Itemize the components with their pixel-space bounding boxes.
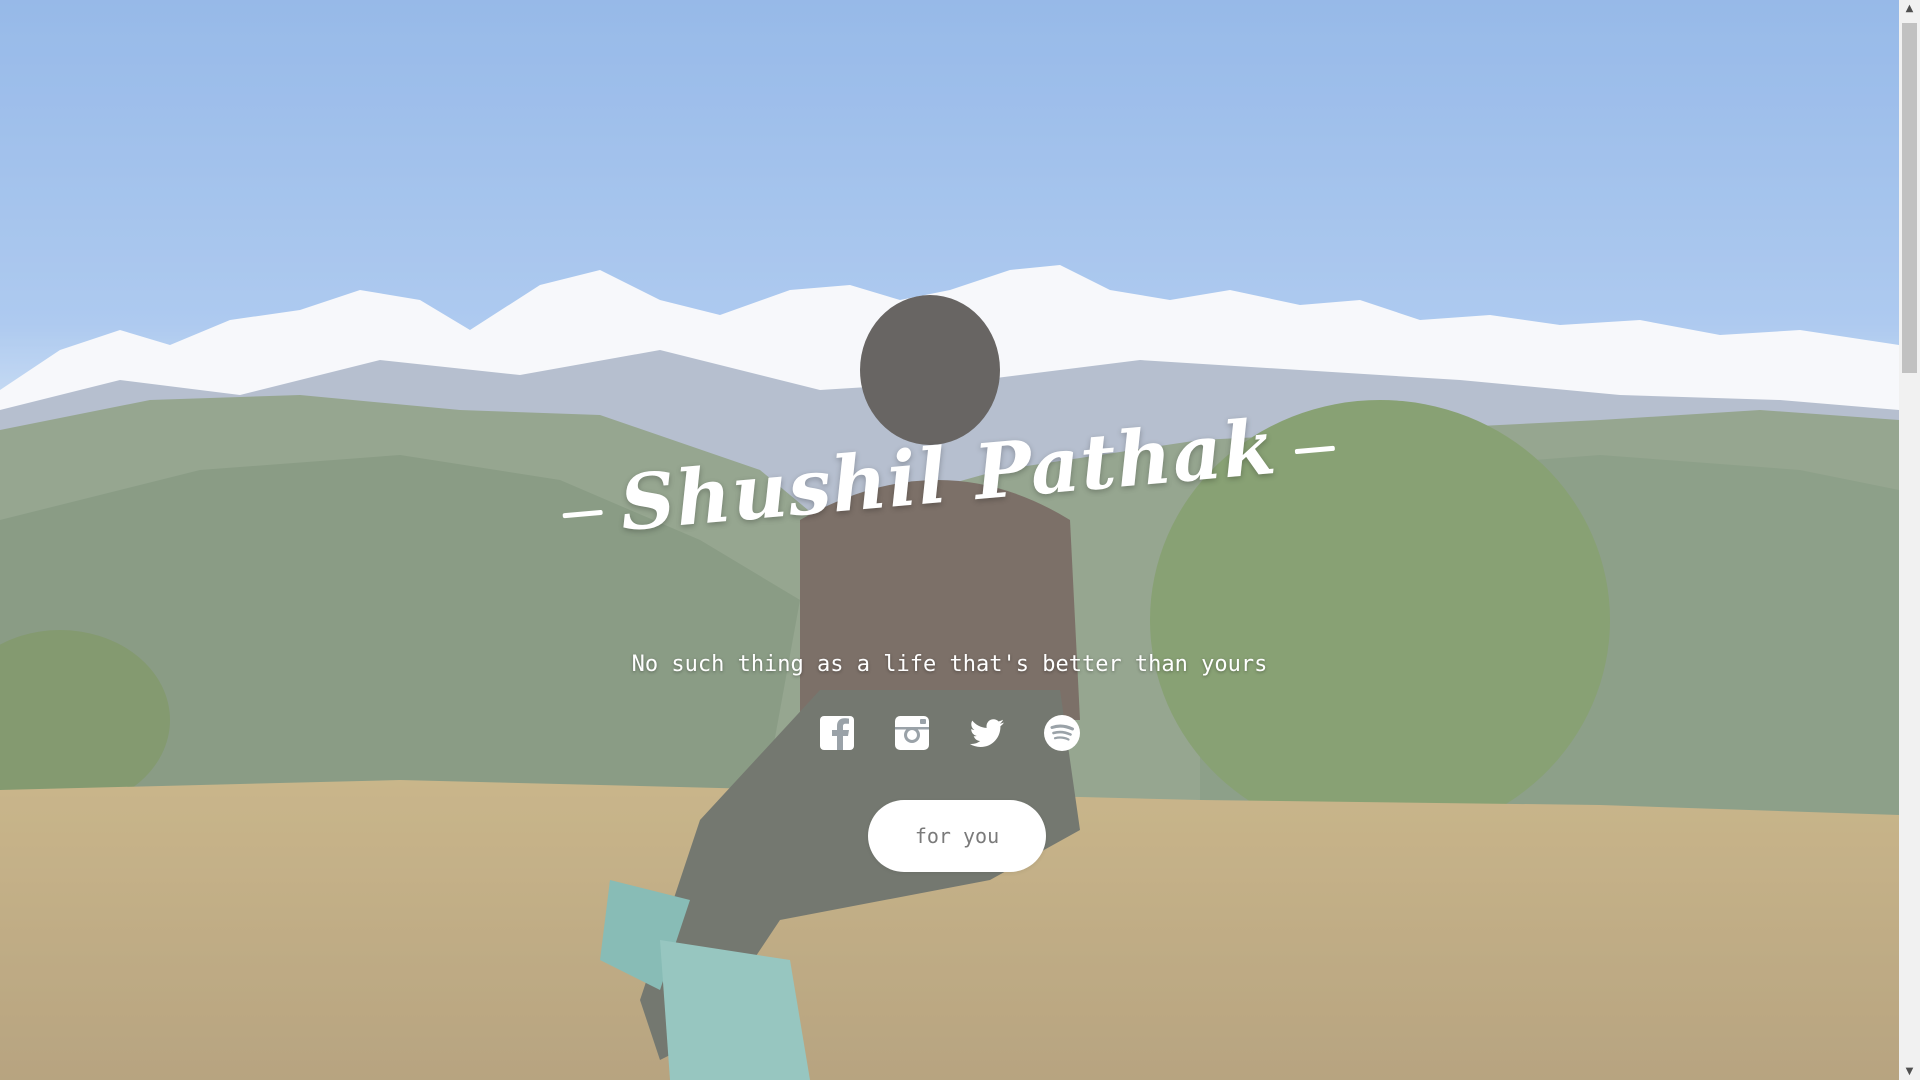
scroll-up-arrow-icon[interactable]: ▲ [1899,0,1920,17]
title-dash-right [1294,445,1335,454]
facebook-icon[interactable] [818,714,856,752]
twitter-icon[interactable] [968,714,1006,752]
hero-section: Shushil Pathak No such thing as a life t… [0,0,1899,1080]
hero-title: Shushil Pathak [0,348,1898,602]
hero-tagline: No such thing as a life that's better th… [631,652,1268,677]
page-viewport: Shushil Pathak No such thing as a life t… [0,0,1899,1080]
vertical-scrollbar[interactable]: ▲ ▼ [1899,0,1920,1080]
hero-title-text: Shushil Pathak [616,402,1280,549]
social-links [0,714,1899,752]
scroll-down-arrow-icon[interactable]: ▼ [1899,1063,1920,1080]
scrollbar-thumb[interactable] [1902,23,1917,373]
instagram-icon[interactable] [893,714,931,752]
spotify-icon[interactable] [1043,714,1081,752]
title-dash-left [562,509,604,518]
for-you-button[interactable]: for you [868,800,1046,872]
